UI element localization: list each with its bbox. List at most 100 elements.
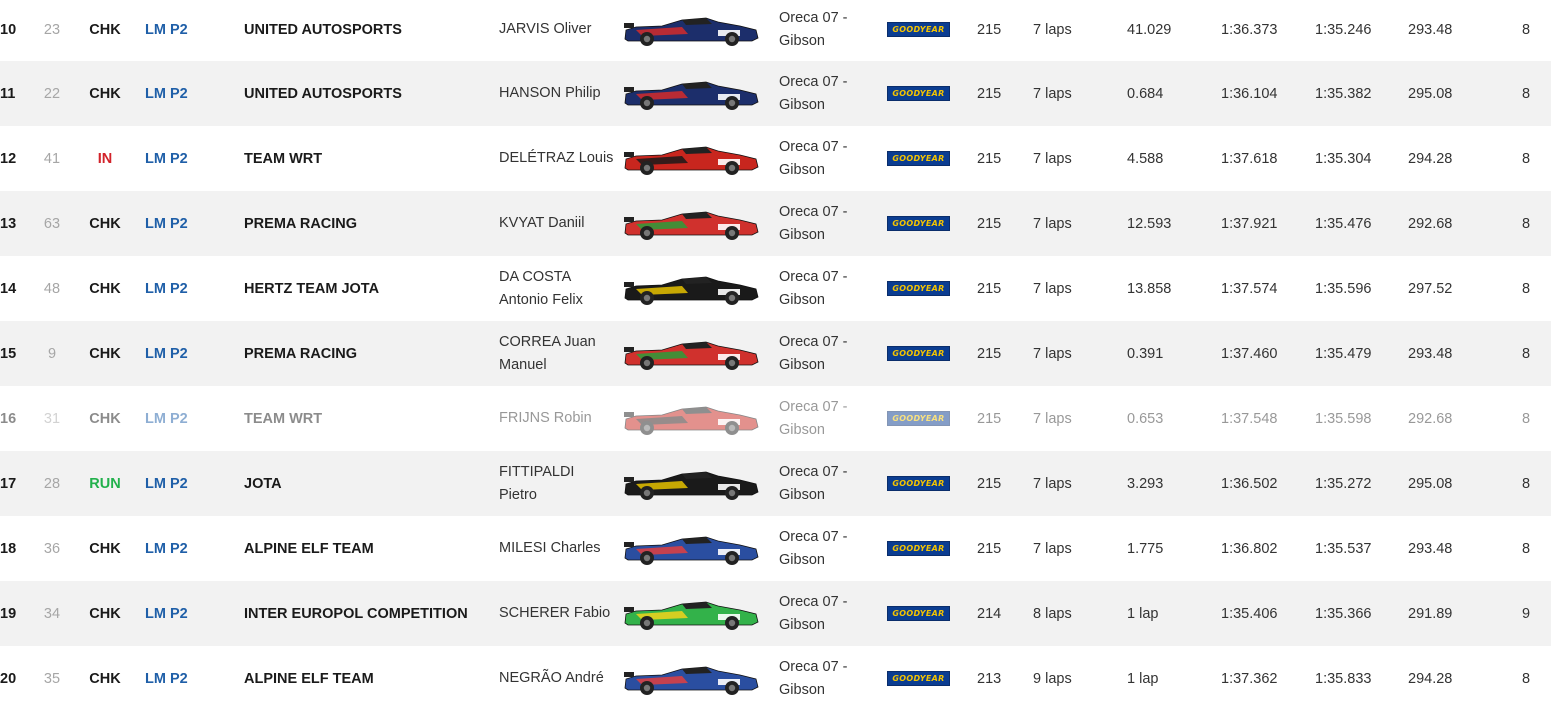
gap-to-first: 7 laps bbox=[1033, 410, 1072, 427]
jota-car bbox=[624, 276, 759, 305]
top-speed: 294.28 bbox=[1408, 150, 1453, 167]
gap-to-first: 7 laps bbox=[1033, 85, 1072, 102]
status-badge: CHK bbox=[89, 215, 121, 232]
driver-name[interactable]: KVYAT Daniil bbox=[499, 191, 614, 256]
gap-to-previous: 12.593 bbox=[1127, 215, 1172, 232]
driver-name[interactable]: HANSON Philip bbox=[499, 61, 614, 126]
table-row[interactable]: 13 63 CHK LM P2 PREMA RACING KVYAT Danii… bbox=[0, 191, 1551, 256]
class-label: LM P2 bbox=[145, 85, 188, 102]
top-speed: 297.52 bbox=[1408, 280, 1453, 297]
best-lap-time: 1:35.304 bbox=[1315, 150, 1372, 167]
gap-to-first: 7 laps bbox=[1033, 475, 1072, 492]
car-image bbox=[622, 646, 760, 711]
team-name[interactable]: JOTA bbox=[244, 451, 282, 516]
team-name[interactable]: HERTZ TEAM JOTA bbox=[244, 256, 379, 321]
table-row[interactable]: 18 36 CHK LM P2 ALPINE ELF TEAM MILESI C… bbox=[0, 516, 1551, 581]
laps-completed: 215 bbox=[977, 540, 1002, 557]
car-number: 36 bbox=[43, 540, 61, 557]
team-name[interactable]: TEAM WRT bbox=[244, 126, 322, 191]
last-lap-time: 1:36.802 bbox=[1221, 540, 1278, 557]
team-name[interactable]: ALPINE ELF TEAM bbox=[244, 646, 374, 711]
tyre-brand: GOODYEAR bbox=[887, 0, 950, 61]
status-badge: CHK bbox=[89, 21, 121, 38]
driver-name[interactable]: FITTIPALDI Pietro bbox=[499, 451, 614, 516]
team-name[interactable]: UNITED AUTOSPORTS bbox=[244, 61, 402, 126]
last-lap-time: 1:35.406 bbox=[1221, 605, 1278, 622]
table-row[interactable]: 20 35 CHK LM P2 ALPINE ELF TEAM NEGRÃO A… bbox=[0, 646, 1551, 711]
car-number: 63 bbox=[43, 215, 61, 232]
last-lap-time: 1:37.574 bbox=[1221, 280, 1278, 297]
pit-stops: 8 bbox=[1521, 150, 1531, 167]
position: 19 bbox=[0, 605, 17, 622]
status-badge: IN bbox=[97, 150, 113, 167]
last-lap-time: 1:37.618 bbox=[1221, 150, 1278, 167]
chassis-name: Oreca 07 - Gibson bbox=[779, 203, 848, 243]
goodyear-logo-icon: GOODYEAR bbox=[887, 216, 950, 231]
driver-name[interactable]: MILESI Charles bbox=[499, 516, 614, 581]
gap-to-previous: 0.653 bbox=[1127, 410, 1164, 427]
driver-name[interactable]: DA COSTA Antonio Felix bbox=[499, 256, 614, 321]
best-lap-time: 1:35.479 bbox=[1315, 345, 1372, 362]
last-lap-time: 1:36.373 bbox=[1221, 21, 1278, 38]
team-name[interactable]: INTER EUROPOL COMPETITION bbox=[244, 581, 468, 646]
team-name[interactable]: TEAM WRT bbox=[244, 386, 322, 451]
last-lap-time: 1:37.362 bbox=[1221, 670, 1278, 687]
table-row[interactable]: 16 31 CHK LM P2 TEAM WRT FRIJNS Robin Or… bbox=[0, 386, 1551, 451]
best-lap-time: 1:35.246 bbox=[1315, 21, 1372, 38]
status-badge: CHK bbox=[89, 540, 121, 557]
gap-to-previous: 1 lap bbox=[1127, 670, 1159, 687]
driver-name[interactable]: DELÉTRAZ Louis bbox=[499, 126, 614, 191]
tyre-brand: GOODYEAR bbox=[887, 581, 950, 646]
table-row[interactable]: 15 9 CHK LM P2 PREMA RACING CORREA Juan … bbox=[0, 321, 1551, 386]
driver-name[interactable]: FRIJNS Robin bbox=[499, 386, 614, 451]
position: 20 bbox=[0, 670, 17, 687]
status-badge: CHK bbox=[89, 410, 121, 427]
table-row[interactable]: 14 48 CHK LM P2 HERTZ TEAM JOTA DA COSTA… bbox=[0, 256, 1551, 321]
goodyear-logo-icon: GOODYEAR bbox=[887, 606, 950, 621]
driver-name[interactable]: NEGRÃO André bbox=[499, 646, 614, 711]
table-row[interactable]: 12 41 IN LM P2 TEAM WRT DELÉTRAZ Louis O… bbox=[0, 126, 1551, 191]
gap-to-previous: 13.858 bbox=[1127, 280, 1172, 297]
top-speed: 291.89 bbox=[1408, 605, 1453, 622]
goodyear-logo-icon: GOODYEAR bbox=[887, 281, 950, 296]
best-lap-time: 1:35.476 bbox=[1315, 215, 1372, 232]
gap-to-first: 7 laps bbox=[1033, 150, 1072, 167]
inter-europol-car bbox=[624, 601, 759, 630]
last-lap-time: 1:37.460 bbox=[1221, 345, 1278, 362]
class-label: LM P2 bbox=[145, 280, 188, 297]
alpine-car bbox=[624, 536, 759, 565]
best-lap-time: 1:35.382 bbox=[1315, 85, 1372, 102]
driver-name[interactable]: CORREA Juan Manuel bbox=[499, 321, 614, 386]
best-lap-time: 1:35.537 bbox=[1315, 540, 1372, 557]
tyre-brand: GOODYEAR bbox=[887, 516, 950, 581]
status-badge: CHK bbox=[89, 605, 121, 622]
tyre-brand: GOODYEAR bbox=[887, 646, 950, 711]
wrt-car bbox=[624, 406, 759, 435]
gap-to-first: 9 laps bbox=[1033, 670, 1072, 687]
car-image bbox=[622, 191, 760, 256]
table-row[interactable]: 10 23 CHK LM P2 UNITED AUTOSPORTS JARVIS… bbox=[0, 0, 1551, 61]
driver-name[interactable]: JARVIS Oliver bbox=[499, 0, 614, 61]
class-label: LM P2 bbox=[145, 215, 188, 232]
best-lap-time: 1:35.366 bbox=[1315, 605, 1372, 622]
table-row[interactable]: 19 34 CHK LM P2 INTER EUROPOL COMPETITIO… bbox=[0, 581, 1551, 646]
car-number: 28 bbox=[43, 475, 61, 492]
table-row[interactable]: 11 22 CHK LM P2 UNITED AUTOSPORTS HANSON… bbox=[0, 61, 1551, 126]
team-name[interactable]: PREMA RACING bbox=[244, 191, 357, 256]
position: 16 bbox=[0, 410, 17, 427]
top-speed: 294.28 bbox=[1408, 670, 1453, 687]
table-row[interactable]: 17 28 RUN LM P2 JOTA FITTIPALDI Pietro O… bbox=[0, 451, 1551, 516]
position: 10 bbox=[0, 21, 17, 38]
gap-to-first: 7 laps bbox=[1033, 345, 1072, 362]
goodyear-logo-icon: GOODYEAR bbox=[887, 86, 950, 101]
car-image bbox=[622, 126, 760, 191]
pit-stops: 8 bbox=[1521, 540, 1531, 557]
team-name[interactable]: PREMA RACING bbox=[244, 321, 357, 386]
driver-name[interactable]: SCHERER Fabio bbox=[499, 581, 614, 646]
team-name[interactable]: UNITED AUTOSPORTS bbox=[244, 0, 402, 61]
chassis-name: Oreca 07 - Gibson bbox=[779, 268, 848, 308]
team-name[interactable]: ALPINE ELF TEAM bbox=[244, 516, 374, 581]
chassis-name: Oreca 07 - Gibson bbox=[779, 9, 848, 49]
chassis-name: Oreca 07 - Gibson bbox=[779, 398, 848, 438]
status-badge: CHK bbox=[89, 85, 121, 102]
